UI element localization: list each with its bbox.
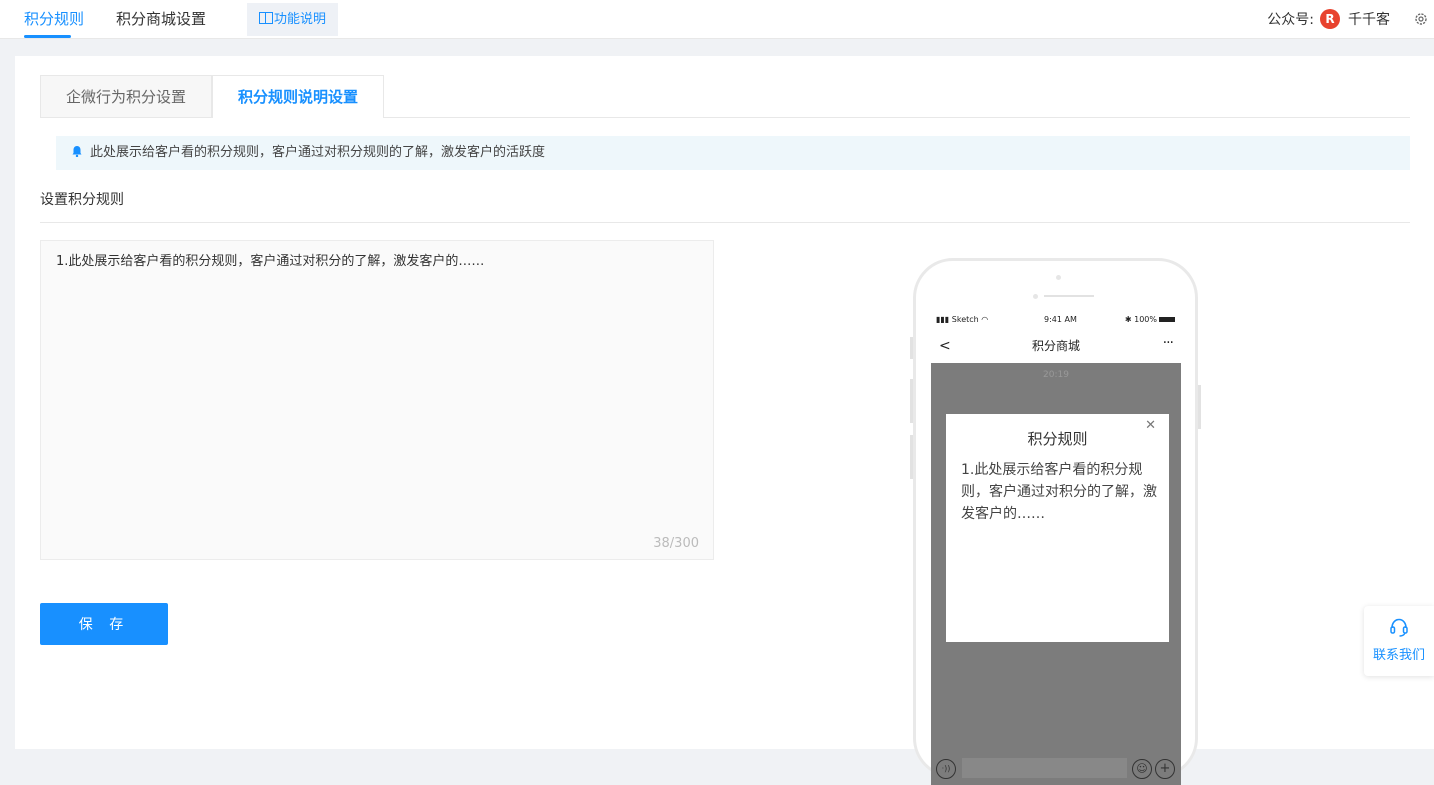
phone-input-field: [962, 758, 1127, 778]
phone-speaker: [1044, 295, 1094, 297]
content-panel: 企微行为积分设置 积分规则说明设置 此处展示给客户看的积分规则，客户通过对积分规…: [15, 56, 1434, 749]
phone-camera: [1056, 275, 1061, 280]
save-button[interactable]: 保 存: [40, 603, 168, 645]
top-navigation: 积分规则 积分商城设置 功能说明 公众号: R 千千客: [0, 0, 1434, 39]
section-title: 设置积分规则: [40, 192, 124, 208]
divider: [40, 222, 1410, 223]
rules-textarea-container: 1.此处展示给客户看的积分规则，客户通过对积分的了解，激发客户的…… 38/30…: [40, 240, 714, 560]
tab-points-rules[interactable]: 积分规则: [24, 0, 84, 38]
chat-timestamp: 20:19: [1043, 370, 1069, 380]
char-counter: 38/300: [653, 536, 699, 551]
close-icon: ✕: [1145, 418, 1156, 433]
phone-status-bar: ▮▮▮ Sketch ◠ 9:41 AM ✱ 100%: [931, 310, 1181, 328]
account-name[interactable]: 千千客: [1348, 9, 1390, 29]
signal-icon: ▮▮▮: [936, 315, 950, 324]
phone-title-bar: < 积分商城 ···: [931, 329, 1181, 363]
battery-icon: [1159, 317, 1175, 322]
notice-text: 此处展示给客户看的积分规则，客户通过对积分规则的了解，激发客户的活跃度: [90, 145, 546, 160]
help-label: 功能说明: [274, 12, 327, 27]
account-area: 公众号: R 千千客: [1267, 0, 1434, 38]
phone-power-button: [1198, 385, 1201, 429]
phone-page-title: 积分商城: [1031, 339, 1080, 353]
rules-modal-preview: 积分规则 ✕ 1.此处展示给客户看的积分规则，客户通过对积分的了解，激发客户的……: [946, 414, 1169, 642]
phone-mute-button: [910, 337, 913, 359]
subtab-rules-description[interactable]: 积分规则说明设置: [212, 75, 384, 118]
contact-us-label: 联系我们: [1372, 648, 1425, 663]
back-icon: <: [939, 338, 951, 354]
sub-tabs: 企微行为积分设置 积分规则说明设置: [40, 75, 1410, 118]
account-prefix: 公众号:: [1267, 12, 1314, 28]
phone-chat-area: 20:19 积分规则 ✕ 1.此处展示给客户看的积分规则，客户通过对积分的了解，…: [931, 363, 1181, 785]
modal-body: 1.此处展示给客户看的积分规则，客户通过对积分的了解，激发客户的……: [961, 462, 1157, 522]
notice-banner: 此处展示给客户看的积分规则，客户通过对积分规则的了解，激发客户的活跃度: [56, 136, 1410, 170]
modal-title: 积分规则: [1027, 430, 1088, 448]
active-tab-indicator: [24, 35, 71, 38]
tab-points-mall-settings[interactable]: 积分商城设置: [116, 0, 206, 38]
status-time: 9:41 AM: [1044, 315, 1077, 324]
bell-icon: [71, 137, 83, 158]
plus-icon: +: [1155, 759, 1175, 779]
phone-screen: ▮▮▮ Sketch ◠ 9:41 AM ✱ 100% < 积分商城 ··· 2…: [931, 310, 1181, 785]
subtab-wecom-behavior-points[interactable]: 企微行为积分设置: [40, 75, 212, 117]
phone-sensor: [1033, 294, 1038, 299]
book-icon: [259, 12, 273, 24]
tab-feature-help[interactable]: 功能说明: [247, 3, 339, 36]
contact-us-widget[interactable]: 联系我们: [1364, 606, 1434, 676]
rules-textarea[interactable]: 1.此处展示给客户看的积分规则，客户通过对积分的了解，激发客户的……: [41, 241, 713, 521]
battery-status: ✱ 100%: [1125, 315, 1175, 324]
phone-volume-down: [910, 435, 913, 479]
more-icon: ···: [1162, 335, 1174, 351]
carrier: ▮▮▮ Sketch ◠: [936, 315, 989, 324]
voice-icon: ·)): [936, 759, 956, 779]
phone-input-bar: ·)) ☺ +: [931, 753, 1181, 785]
gear-icon[interactable]: [1414, 12, 1428, 26]
headset-icon: [1388, 616, 1410, 638]
emoji-icon: ☺: [1132, 759, 1152, 779]
bluetooth-icon: ✱: [1124, 315, 1132, 324]
avatar: R: [1320, 9, 1340, 29]
wifi-icon: ◠: [981, 315, 989, 324]
phone-volume-up: [910, 379, 913, 423]
phone-preview: ▮▮▮ Sketch ◠ 9:41 AM ✱ 100% < 积分商城 ··· 2…: [910, 258, 1201, 785]
